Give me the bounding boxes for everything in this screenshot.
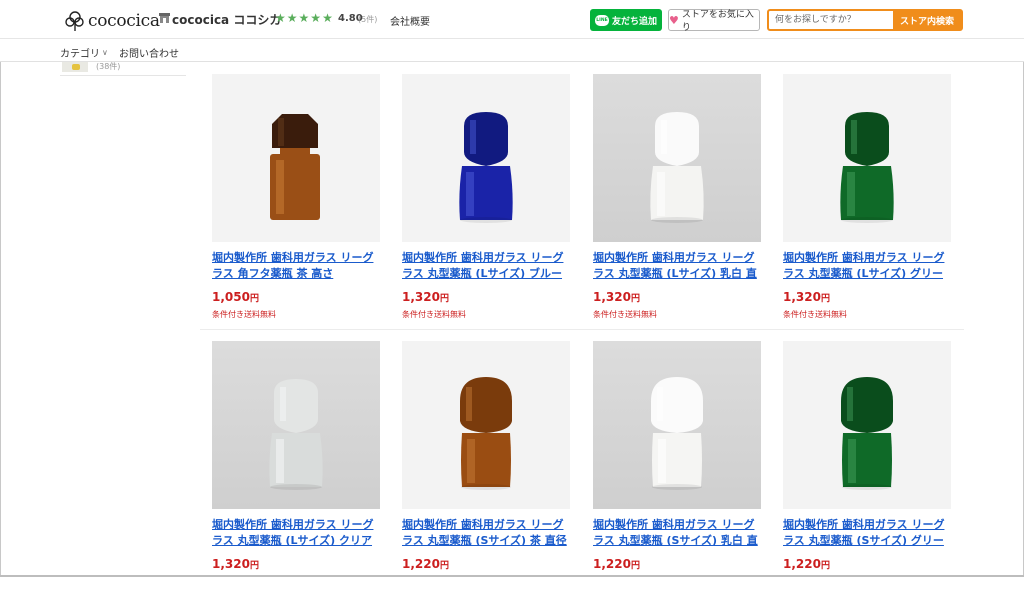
price-currency: 円: [249, 561, 259, 571]
store-header: cococica cococica ココシカ ★ ★ ★ ★ ★ 4.80 (5…: [0, 0, 1024, 62]
row-divider: [200, 329, 964, 330]
product-price: 1,220円: [402, 557, 449, 571]
star-icon: ★: [310, 11, 322, 25]
product-price: 1,320円: [212, 557, 259, 571]
star-icon: ★: [322, 11, 333, 25]
shipping-label: 条件付き送料無料: [402, 310, 466, 319]
review-count-link[interactable]: (5件): [358, 14, 377, 25]
shipping-label: 条件付き送料無料: [212, 310, 276, 319]
price-value: 1,320: [212, 557, 250, 571]
price-currency: 円: [439, 294, 449, 304]
price-currency: 円: [630, 294, 640, 304]
product-title-link[interactable]: 堀内製作所 歯科用ガラス リーグラス 丸型薬瓶 (Sサイズ) グリーン …: [783, 517, 951, 549]
bottle-image: [651, 377, 703, 490]
price-currency: 円: [820, 561, 830, 571]
product-image[interactable]: [402, 341, 570, 509]
product-card[interactable]: 堀内製作所 歯科用ガラス リーグラス 丸型薬瓶 (Sサイズ) 茶 直径3… 1,…: [402, 341, 572, 591]
heart-icon: ♥: [669, 13, 679, 27]
price-value: 1,320: [783, 290, 821, 304]
price-currency: 円: [820, 294, 830, 304]
favorite-button-label: ストアをお気に入り: [681, 10, 754, 33]
search-input[interactable]: [769, 11, 893, 29]
price-value: 1,220: [593, 557, 631, 571]
chevron-down-icon: ∨: [102, 48, 108, 57]
bottle-image: [459, 112, 513, 223]
store-name[interactable]: cococica ココシカ: [172, 11, 281, 28]
company-info-link[interactable]: 会社概要: [390, 13, 430, 28]
product-image[interactable]: [593, 341, 761, 509]
bottle-image: [270, 114, 320, 220]
product-price: 1,320円: [593, 290, 640, 304]
sidebar-category-thumbnail[interactable]: [62, 62, 88, 72]
favorite-store-button[interactable]: ♥ ストアをお気に入り: [668, 9, 760, 33]
store-logo[interactable]: cococica: [64, 9, 160, 33]
product-image[interactable]: [212, 341, 380, 509]
product-card[interactable]: 堀内製作所 歯科用ガラス リーグラス 角フタ薬瓶 茶 高さ53mm×… 1,05…: [212, 74, 382, 324]
product-title-link[interactable]: 堀内製作所 歯科用ガラス リーグラス 角フタ薬瓶 茶 高さ53mm×…: [212, 250, 380, 282]
product-title-link[interactable]: 堀内製作所 歯科用ガラス リーグラス 丸型薬瓶 (Lサイズ) 乳白 直径…: [593, 250, 761, 282]
header-divider: [0, 38, 1024, 39]
contact-link[interactable]: お問い合わせ: [119, 45, 179, 60]
bottle-image: [460, 377, 512, 490]
category-label: カテゴリ: [60, 49, 100, 60]
product-image[interactable]: [593, 74, 761, 242]
price-currency: 円: [439, 561, 449, 571]
store-icon: [159, 13, 170, 23]
rating-stars: ★ ★ ★ ★ ★: [275, 11, 333, 25]
price-value: 1,320: [593, 290, 631, 304]
product-price: 1,320円: [402, 290, 449, 304]
tree-logo-icon: [65, 11, 84, 31]
shipping-label: 条件付き送料無料: [593, 310, 657, 319]
price-value: 1,220: [402, 557, 440, 571]
bottle-image: [269, 379, 323, 490]
price-currency: 円: [630, 561, 640, 571]
store-search-button[interactable]: ストア内検索: [893, 11, 961, 29]
product-price: 1,220円: [593, 557, 640, 571]
price-value: 1,320: [402, 290, 440, 304]
product-price: 1,220円: [783, 557, 830, 571]
bottle-image: [650, 112, 704, 223]
bottle-image: [840, 112, 894, 223]
product-title-link[interactable]: 堀内製作所 歯科用ガラス リーグラス 丸型薬瓶 (Lサイズ) クリア 直…: [212, 517, 380, 549]
header-bottom-border: [0, 61, 1024, 62]
shipping-label: 条件付き送料無料: [783, 310, 847, 319]
product-card[interactable]: 堀内製作所 歯科用ガラス リーグラス 丸型薬瓶 (Lサイズ) グリーン … 1,…: [783, 74, 953, 324]
sidebar-category-count: (38件): [96, 62, 121, 71]
star-icon: ★: [286, 11, 298, 25]
product-card[interactable]: 堀内製作所 歯科用ガラス リーグラス 丸型薬瓶 (Lサイズ) ブルー 直… 1,…: [402, 74, 572, 324]
product-title-link[interactable]: 堀内製作所 歯科用ガラス リーグラス 丸型薬瓶 (Lサイズ) グリーン …: [783, 250, 951, 282]
star-icon: ★: [275, 11, 286, 25]
bottle-image: [841, 377, 893, 490]
product-card[interactable]: 堀内製作所 歯科用ガラス リーグラス 丸型薬瓶 (Sサイズ) グリーン … 1,…: [783, 341, 953, 591]
line-icon: LINE: [594, 14, 609, 26]
product-card[interactable]: 堀内製作所 歯科用ガラス リーグラス 丸型薬瓶 (Sサイズ) 乳白 直径… 1,…: [593, 341, 763, 591]
product-title-link[interactable]: 堀内製作所 歯科用ガラス リーグラス 丸型薬瓶 (Lサイズ) ブルー 直…: [402, 250, 570, 282]
logo-text: cococica: [88, 11, 160, 31]
price-value: 1,220: [783, 557, 821, 571]
price-currency: 円: [249, 294, 259, 304]
product-image[interactable]: [212, 74, 380, 242]
category-menu[interactable]: カテゴリ ∨: [60, 45, 108, 60]
window-border-left: [0, 0, 1, 577]
store-search: ストア内検索: [767, 9, 963, 31]
product-title-link[interactable]: 堀内製作所 歯科用ガラス リーグラス 丸型薬瓶 (Sサイズ) 茶 直径3…: [402, 517, 570, 549]
product-image[interactable]: [402, 74, 570, 242]
product-title-link[interactable]: 堀内製作所 歯科用ガラス リーグラス 丸型薬瓶 (Sサイズ) 乳白 直径…: [593, 517, 761, 549]
price-value: 1,050: [212, 290, 250, 304]
product-card[interactable]: 堀内製作所 歯科用ガラス リーグラス 丸型薬瓶 (Lサイズ) クリア 直… 1,…: [212, 341, 382, 591]
product-image[interactable]: [783, 341, 951, 509]
sidebar-divider: [60, 75, 186, 76]
product-card[interactable]: 堀内製作所 歯科用ガラス リーグラス 丸型薬瓶 (Lサイズ) 乳白 直径… 1,…: [593, 74, 763, 324]
line-add-friend-button[interactable]: LINE 友だち追加: [590, 9, 662, 31]
product-price: 1,320円: [783, 290, 830, 304]
product-price: 1,050円: [212, 290, 259, 304]
product-image[interactable]: [783, 74, 951, 242]
star-icon: ★: [298, 11, 310, 25]
line-button-label: 友だち追加: [611, 16, 657, 27]
